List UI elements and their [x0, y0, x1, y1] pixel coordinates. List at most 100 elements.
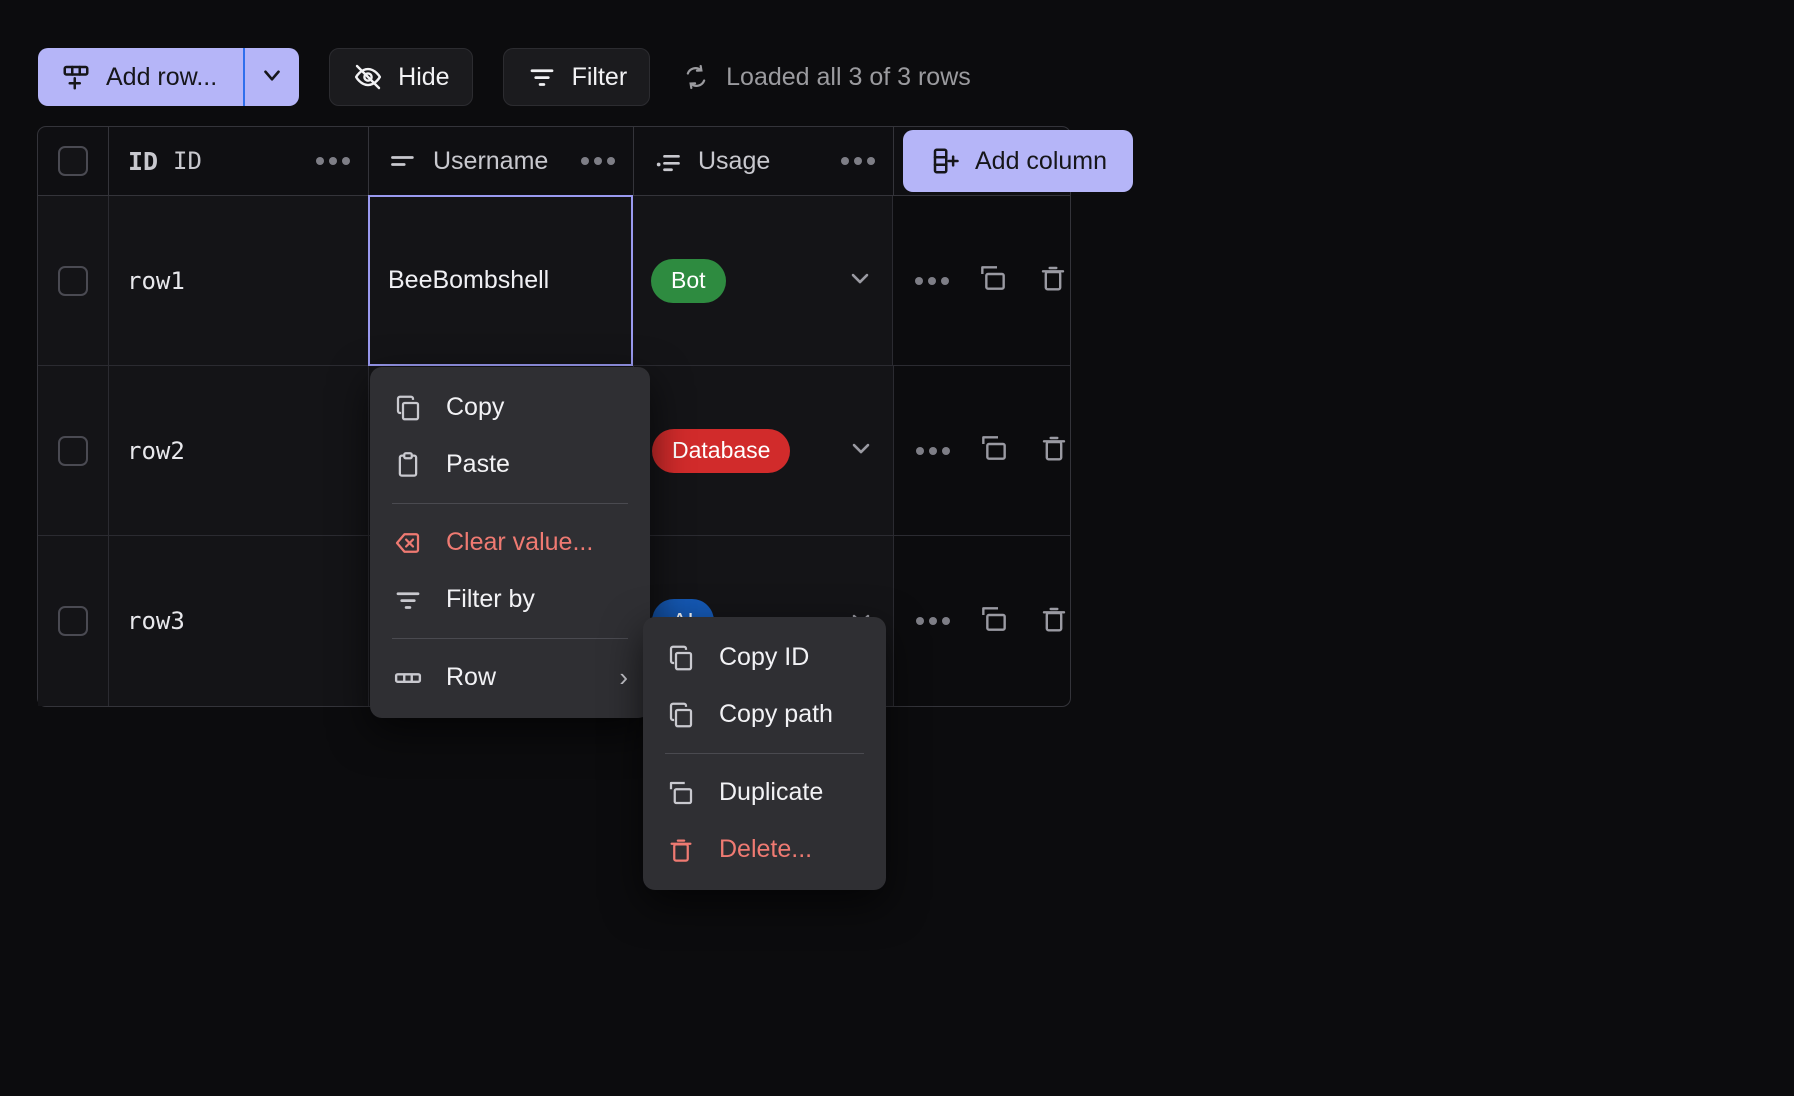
usage-badge: Bot — [651, 259, 726, 303]
add-row-label: Add row... — [106, 63, 217, 92]
add-column-label: Add column — [975, 147, 1107, 176]
column-header-id[interactable]: ID ID — [109, 127, 369, 195]
filter-icon — [526, 62, 558, 92]
submenu-item-label: Copy ID — [719, 643, 809, 672]
trash-icon[interactable] — [1038, 603, 1070, 640]
duplicate-icon[interactable] — [977, 262, 1009, 299]
submenu-item-delete[interactable]: Delete... — [643, 821, 886, 878]
row-actions — [893, 196, 1069, 365]
id-icon-text: ID — [128, 147, 158, 176]
context-menu-item-paste[interactable]: Paste — [370, 436, 650, 493]
row-icon — [392, 663, 424, 693]
filter-label: Filter — [572, 63, 628, 92]
row-submenu: Copy ID Copy path Duplicate — [643, 617, 886, 890]
cell-id-value: row3 — [127, 607, 185, 635]
add-row-dropdown-button[interactable] — [245, 48, 299, 106]
row-checkbox[interactable] — [58, 606, 88, 636]
row-more-button[interactable] — [916, 447, 950, 455]
chevron-right-icon: › — [619, 662, 628, 693]
chevron-down-icon[interactable] — [846, 264, 874, 297]
select-all-checkbox[interactable] — [58, 146, 88, 176]
copy-icon — [665, 700, 697, 730]
copy-icon — [392, 393, 424, 423]
cell-context-menu: Copy Paste Clear value... — [370, 367, 650, 718]
column-header-username-label: Username — [433, 147, 581, 176]
cell-id-value: row1 — [127, 267, 185, 295]
cell-usage[interactable]: Database — [634, 366, 894, 535]
context-menu-item-filter-by[interactable]: Filter by — [370, 571, 650, 628]
add-row-group: Add row... — [38, 48, 299, 106]
submenu-item-label: Delete... — [719, 835, 812, 864]
column-menu-usage-button[interactable] — [841, 157, 875, 165]
trash-icon[interactable] — [1037, 262, 1069, 299]
add-row-button[interactable]: Add row... — [38, 48, 243, 106]
row-select-cell — [38, 196, 109, 365]
load-status-text: Loaded all 3 of 3 rows — [726, 63, 971, 92]
submenu-item-label: Duplicate — [719, 778, 823, 807]
add-row-icon — [60, 62, 92, 92]
row-checkbox[interactable] — [58, 436, 88, 466]
row-select-cell — [38, 366, 109, 535]
context-menu-item-clear-value[interactable]: Clear value... — [370, 514, 650, 571]
column-header-usage-label: Usage — [698, 147, 841, 176]
context-menu-item-label: Row — [446, 663, 496, 692]
cell-id-value: row2 — [127, 437, 185, 465]
grid-header-row: ID ID Username — [37, 126, 1071, 196]
add-column-button[interactable]: Add column — [903, 130, 1133, 192]
cell-username-value: BeeBombshell — [388, 266, 549, 295]
trash-icon — [665, 835, 697, 865]
column-menu-id-button[interactable] — [316, 157, 350, 165]
context-menu-item-copy[interactable]: Copy — [370, 379, 650, 436]
column-header-username[interactable]: Username — [369, 127, 634, 195]
select-list-icon — [652, 147, 684, 175]
filter-button[interactable]: Filter — [503, 48, 651, 106]
filter-icon — [392, 585, 424, 615]
submenu-item-label: Copy path — [719, 700, 833, 729]
context-menu-item-label: Filter by — [446, 585, 535, 614]
select-all-header — [38, 127, 109, 195]
usage-badge: Database — [652, 429, 790, 473]
clipboard-icon — [392, 450, 424, 480]
context-menu-item-label: Copy — [446, 393, 504, 422]
refresh-icon — [680, 63, 712, 91]
submenu-item-duplicate[interactable]: Duplicate — [643, 764, 886, 821]
column-menu-username-button[interactable] — [581, 157, 615, 165]
row-actions — [894, 536, 1070, 706]
chevron-down-icon[interactable] — [847, 434, 875, 467]
eye-off-icon — [352, 62, 384, 92]
context-menu-item-label: Clear value... — [446, 528, 593, 557]
text-lines-icon — [387, 147, 419, 175]
trash-icon[interactable] — [1038, 432, 1070, 469]
context-menu-item-row[interactable]: Row › — [370, 649, 650, 706]
row-checkbox[interactable] — [58, 266, 88, 296]
app-root: Add row... Hide — [0, 0, 1794, 1096]
submenu-item-copy-id[interactable]: Copy ID — [643, 629, 886, 686]
cell-id[interactable]: row1 — [109, 196, 369, 365]
menu-divider — [392, 638, 628, 639]
context-menu-item-label: Paste — [446, 450, 510, 479]
row-more-button[interactable] — [916, 617, 950, 625]
hide-label: Hide — [398, 63, 449, 92]
cell-id[interactable]: row2 — [109, 366, 369, 535]
toolbar: Add row... Hide — [38, 48, 971, 106]
submenu-item-copy-path[interactable]: Copy path — [643, 686, 886, 743]
menu-divider — [665, 753, 864, 754]
duplicate-icon — [665, 778, 697, 808]
cell-id[interactable]: row3 — [109, 536, 369, 706]
duplicate-icon[interactable] — [978, 432, 1010, 469]
column-header-usage[interactable]: Usage — [634, 127, 894, 195]
copy-icon — [665, 643, 697, 673]
menu-divider — [392, 503, 628, 504]
duplicate-icon[interactable] — [978, 603, 1010, 640]
row-select-cell — [38, 536, 109, 706]
column-header-id-label: ID — [173, 147, 316, 175]
row-more-button[interactable] — [915, 277, 949, 285]
clear-value-icon — [392, 528, 424, 558]
table-row: row1 BeeBombshell Bot — [38, 196, 1070, 366]
id-icon: ID — [127, 147, 159, 176]
row-actions — [894, 366, 1070, 535]
cell-usage[interactable]: Bot — [633, 196, 893, 365]
cell-username-selected[interactable]: BeeBombshell — [368, 195, 633, 366]
load-status: Loaded all 3 of 3 rows — [680, 63, 971, 92]
hide-button[interactable]: Hide — [329, 48, 472, 106]
